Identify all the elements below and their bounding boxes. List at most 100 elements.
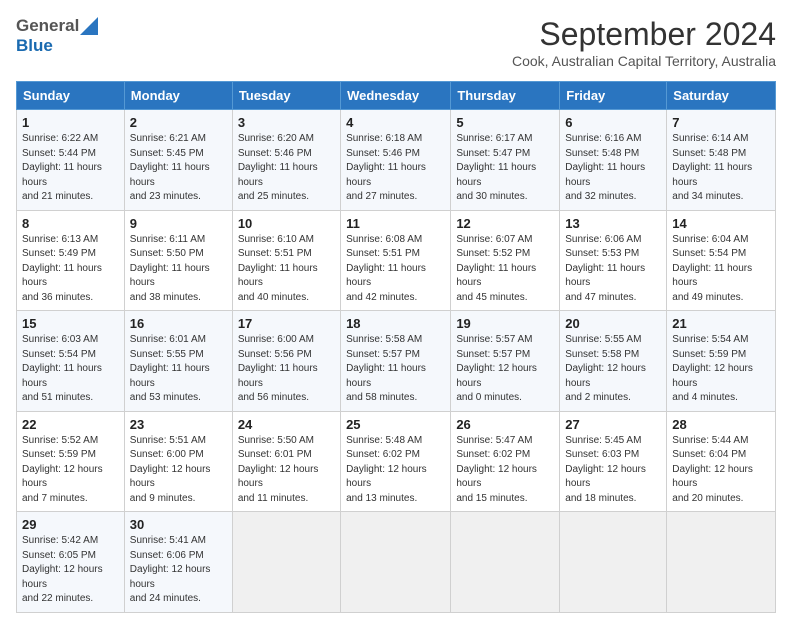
header-row: SundayMondayTuesdayWednesdayThursdayFrid… <box>17 82 776 110</box>
day-number: 21 <box>672 316 770 331</box>
daylight-hours: Daylight: 12 hours hours <box>238 464 319 490</box>
day-info: Sunrise: 6:14 AMSunset: 5:48 PMDaylight:… <box>672 132 770 205</box>
sunrise-info: Sunrise: 6:17 AM <box>456 133 532 144</box>
sunset-info: Sunset: 5:45 PM <box>130 148 204 159</box>
daylight-hours: Daylight: 12 hours hours <box>456 464 537 490</box>
daylight-hours: Daylight: 12 hours hours <box>672 464 753 490</box>
sunrise-info: Sunrise: 6:21 AM <box>130 133 206 144</box>
daylight-minutes: and 45 minutes. <box>456 292 527 303</box>
daylight-minutes: and 0 minutes. <box>456 392 522 403</box>
calendar-cell: 29 Sunrise: 5:42 AMSunset: 6:05 PMDaylig… <box>17 512 125 613</box>
calendar-cell: 24 Sunrise: 5:50 AMSunset: 6:01 PMDaylig… <box>232 411 340 512</box>
daylight-hours: Daylight: 11 hours hours <box>456 162 536 188</box>
daylight-minutes: and 20 minutes. <box>672 493 743 504</box>
day-info: Sunrise: 5:51 AM Sunset: 6:00 PM Daylight:… <box>130 434 227 507</box>
header-day-thursday: Thursday <box>451 82 560 110</box>
week-row-2: 8 Sunrise: 6:13 AMSunset: 5:49 PMDayligh… <box>17 210 776 311</box>
day-number: 22 <box>22 417 119 432</box>
day-number: 26 <box>456 417 554 432</box>
daylight-hours: Daylight: 11 hours hours <box>346 263 426 289</box>
page-header: General Blue September 2024 Cook, Austra… <box>16 16 776 69</box>
daylight-minutes: and 4 minutes. <box>672 392 738 403</box>
sunrise-info: Sunrise: 5:45 AM <box>565 435 641 446</box>
day-info: Sunrise: 6:07 AMSunset: 5:52 PMDaylight:… <box>456 233 554 306</box>
calendar-cell: 17 Sunrise: 6:00 AMSunset: 5:56 PMDaylig… <box>232 311 340 412</box>
daylight-minutes: and 15 minutes. <box>456 493 527 504</box>
daylight-minutes: and 2 minutes. <box>565 392 631 403</box>
day-number: 18 <box>346 316 445 331</box>
week-row-5: 29 Sunrise: 5:42 AMSunset: 6:05 PMDaylig… <box>17 512 776 613</box>
day-info: Sunrise: 6:16 AMSunset: 5:48 PMDaylight:… <box>565 132 661 205</box>
daylight-minutes: and 34 minutes. <box>672 191 743 202</box>
sunrise-info: Sunrise: 6:06 AM <box>565 234 641 245</box>
calendar-cell <box>232 512 340 613</box>
sunrise-info: Sunrise: 5:52 AM <box>22 435 98 446</box>
daylight-minutes: and 9 minutes. <box>130 493 196 504</box>
calendar-cell: 25 Sunrise: 5:48 AMSunset: 6:02 PMDaylig… <box>341 411 451 512</box>
calendar-cell: 10 Sunrise: 6:10 AMSunset: 5:51 PMDaylig… <box>232 210 340 311</box>
calendar-cell <box>560 512 667 613</box>
day-info: Sunrise: 6:01 AMSunset: 5:55 PMDaylight:… <box>130 333 227 406</box>
day-info: Sunrise: 6:04 AMSunset: 5:54 PMDaylight:… <box>672 233 770 306</box>
sunset-info: Sunset: 5:48 PM <box>672 148 746 159</box>
daylight-minutes: and 24 minutes. <box>130 593 201 604</box>
sunrise-info: Sunrise: 6:20 AM <box>238 133 314 144</box>
daylight-minutes: and 23 minutes. <box>130 191 201 202</box>
day-info: Sunrise: 5:54 AMSunset: 5:59 PMDaylight:… <box>672 333 770 406</box>
day-number: 9 <box>130 216 227 231</box>
calendar-cell: 16 Sunrise: 6:01 AMSunset: 5:55 PMDaylig… <box>124 311 232 412</box>
calendar-cell: 27 Sunrise: 5:45 AMSunset: 6:03 PMDaylig… <box>560 411 667 512</box>
day-number: 13 <box>565 216 661 231</box>
sunrise-info: Sunrise: 6:16 AM <box>565 133 641 144</box>
sunset-info: Sunset: 5:59 PM <box>22 449 96 460</box>
sunrise-info: Sunrise: 5:44 AM <box>672 435 748 446</box>
sunset-info: Sunset: 6:05 PM <box>22 550 96 561</box>
calendar-cell: 23 Sunrise: 5:51 AMSunset: 6:00 PMDaylig… <box>124 411 232 512</box>
logo: General Blue <box>16 16 99 56</box>
calendar-body: 1 Sunrise: 6:22 AMSunset: 5:44 PMDayligh… <box>17 110 776 613</box>
day-info: Sunrise: 6:11 AMSunset: 5:50 PMDaylight:… <box>130 233 227 306</box>
day-info: Sunrise: 5:50 AMSunset: 6:01 PMDaylight:… <box>238 434 335 507</box>
calendar-cell: 12 Sunrise: 6:07 AMSunset: 5:52 PMDaylig… <box>451 210 560 311</box>
header-day-friday: Friday <box>560 82 667 110</box>
daylight-hours: Daylight: 12 hours hours <box>22 464 103 490</box>
sunset-info: Sunset: 5:56 PM <box>238 349 312 360</box>
day-number: 6 <box>565 115 661 130</box>
day-info: Sunrise: 6:18 AMSunset: 5:46 PMDaylight:… <box>346 132 445 205</box>
calendar-cell: 13 Sunrise: 6:06 AMSunset: 5:53 PMDaylig… <box>560 210 667 311</box>
calendar-cell: 1 Sunrise: 6:22 AMSunset: 5:44 PMDayligh… <box>17 110 125 211</box>
sunrise-info: Sunrise: 6:01 AM <box>130 334 206 345</box>
day-info: Sunrise: 6:20 AMSunset: 5:46 PMDaylight:… <box>238 132 335 205</box>
day-info: Sunrise: 6:03 AMSunset: 5:54 PMDaylight:… <box>22 333 119 406</box>
day-info: Sunrise: 6:10 AMSunset: 5:51 PMDaylight:… <box>238 233 335 306</box>
daylight-hours: Daylight: 11 hours hours <box>456 263 536 289</box>
sunset-info: Sunset: 6:00 PM <box>130 449 204 460</box>
calendar-cell: 19 Sunrise: 5:57 AMSunset: 5:57 PMDaylig… <box>451 311 560 412</box>
calendar-cell: 9 Sunrise: 6:11 AMSunset: 5:50 PMDayligh… <box>124 210 232 311</box>
sunset-info: Sunset: 6:03 PM <box>565 449 639 460</box>
day-number: 27 <box>565 417 661 432</box>
sunset-info: Sunset: 6:02 PM <box>456 449 530 460</box>
daylight-hours: Daylight: 11 hours hours <box>672 263 752 289</box>
day-number: 10 <box>238 216 335 231</box>
calendar-cell: 18 Sunrise: 5:58 AMSunset: 5:57 PMDaylig… <box>341 311 451 412</box>
day-info: Sunrise: 5:45 AMSunset: 6:03 PMDaylight:… <box>565 434 661 507</box>
sunset-info: Sunset: 5:51 PM <box>346 248 420 259</box>
daylight-hours: Daylight: 12 hours hours <box>130 464 211 490</box>
daylight-hours: Daylight: 11 hours hours <box>22 263 102 289</box>
sunrise-info: Sunrise: 5:51 AM <box>130 435 206 446</box>
daylight-minutes: and 49 minutes. <box>672 292 743 303</box>
daylight-hours: Daylight: 12 hours hours <box>672 363 753 389</box>
daylight-hours: Daylight: 11 hours hours <box>130 263 210 289</box>
sunset-info: Sunset: 5:44 PM <box>22 148 96 159</box>
sunset-info: Sunset: 5:58 PM <box>565 349 639 360</box>
daylight-minutes: and 27 minutes. <box>346 191 417 202</box>
sunrise-info: Sunrise: 5:48 AM <box>346 435 422 446</box>
sunset-info: Sunset: 5:47 PM <box>456 148 530 159</box>
daylight-hours: Daylight: 11 hours hours <box>238 363 318 389</box>
title-section: September 2024 Cook, Australian Capital … <box>512 16 776 69</box>
sunrise-info: Sunrise: 5:47 AM <box>456 435 532 446</box>
day-number: 19 <box>456 316 554 331</box>
daylight-hours: Daylight: 11 hours hours <box>130 162 210 188</box>
daylight-hours: Daylight: 11 hours hours <box>238 263 318 289</box>
